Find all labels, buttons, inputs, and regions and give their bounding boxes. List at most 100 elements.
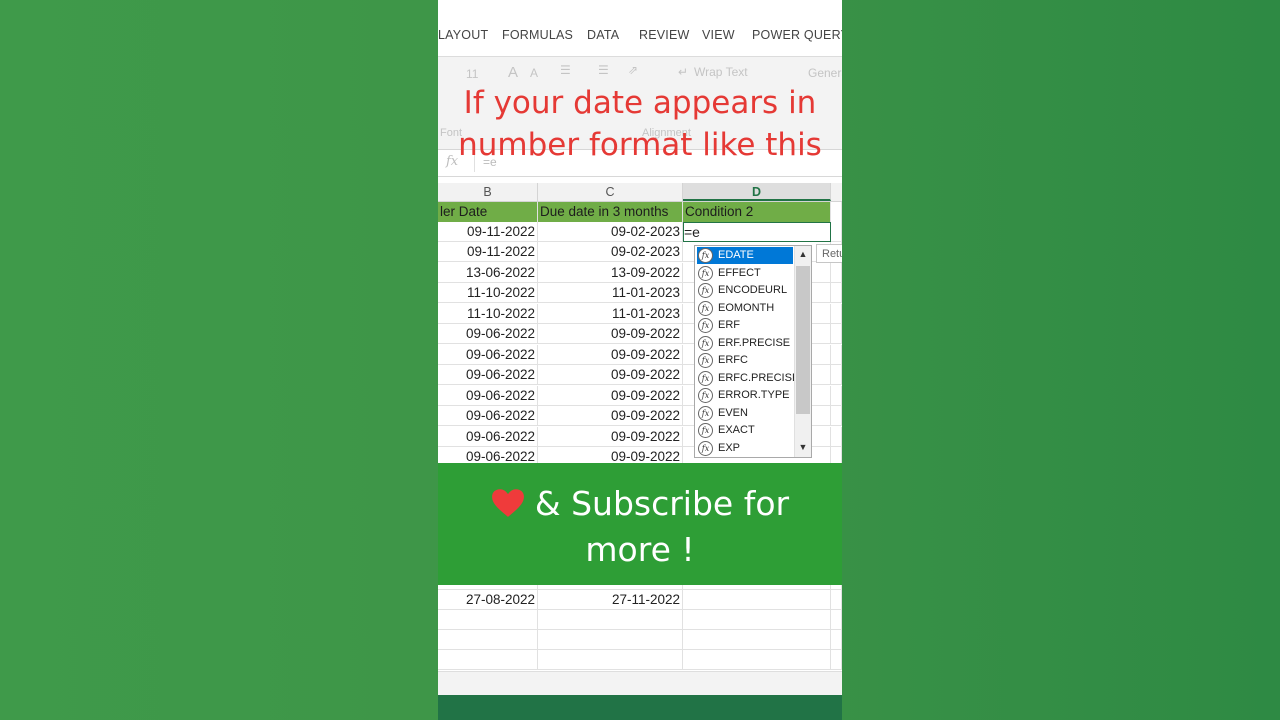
- order-date-cell[interactable]: 09-06-2022: [438, 345, 538, 365]
- font-size-box[interactable]: 11: [466, 67, 478, 81]
- cell-e[interactable]: [831, 610, 842, 630]
- number-format-box[interactable]: Genera: [808, 66, 842, 80]
- empty-cell[interactable]: [438, 630, 538, 650]
- tab-page-layout[interactable]: LAYOUT: [438, 28, 488, 42]
- due-date-cell[interactable]: 09-09-2022: [538, 427, 683, 447]
- autocomplete-scrollbar[interactable]: ▲ ▼: [794, 246, 811, 457]
- autocomplete-item-even[interactable]: fx EVEN: [697, 405, 793, 422]
- empty-cell[interactable]: [683, 650, 831, 670]
- autocomplete-item-exact[interactable]: fx EXACT: [697, 422, 793, 439]
- empty-cell[interactable]: [538, 650, 683, 670]
- cell-e[interactable]: [831, 406, 842, 426]
- autocomplete-item-exp[interactable]: fx EXP: [697, 440, 793, 457]
- order-date-cell[interactable]: 09-06-2022: [438, 365, 538, 385]
- formula-autocomplete-list[interactable]: fx EDATE fx EFFECT fx ENCODEURL fx EOMONTH f…: [694, 245, 812, 458]
- cell-e[interactable]: [831, 590, 842, 610]
- tab-formulas[interactable]: FORMULAS: [502, 28, 573, 42]
- autocomplete-item-encodeurl[interactable]: fx ENCODEURL: [697, 282, 793, 299]
- align-top-icon[interactable]: ☰: [560, 63, 571, 77]
- tab-power-query[interactable]: POWER QUERY: [752, 28, 842, 42]
- due-date-cell[interactable]: 09-09-2022: [538, 365, 683, 385]
- due-date-cell[interactable]: 27-11-2022: [538, 590, 683, 610]
- scrollbar-thumb[interactable]: [796, 266, 810, 414]
- active-cell-input[interactable]: =e: [684, 224, 700, 240]
- cell-e[interactable]: [831, 263, 842, 283]
- order-date-cell[interactable]: 27-08-2022: [438, 590, 538, 610]
- increase-font-icon[interactable]: A: [508, 64, 518, 81]
- ribbon-tabs: LAYOUT FORMULAS DATA REVIEW VIEW POWER Q…: [438, 24, 842, 48]
- order-date-cell[interactable]: 09-11-2022: [438, 242, 538, 262]
- empty-cell[interactable]: [538, 630, 683, 650]
- due-date-cell[interactable]: 09-09-2022: [538, 345, 683, 365]
- column-header-b[interactable]: B: [438, 183, 538, 201]
- function-icon: fx: [698, 353, 713, 368]
- cell-e[interactable]: [831, 427, 842, 447]
- header-cell-order-date[interactable]: ler Date: [438, 202, 538, 222]
- overlay-title-line-2: number format like this: [458, 127, 822, 163]
- due-date-cell[interactable]: 09-09-2022: [538, 324, 683, 344]
- tab-data[interactable]: DATA: [587, 28, 619, 42]
- autocomplete-item-eomonth[interactable]: fx EOMONTH: [697, 300, 793, 317]
- excel-window: LAYOUT FORMULAS DATA REVIEW VIEW POWER Q…: [438, 0, 842, 720]
- autocomplete-item-effect[interactable]: fx EFFECT: [697, 265, 793, 282]
- chevron-down-icon[interactable]: ▼: [795, 442, 811, 452]
- cell-e[interactable]: [831, 630, 842, 650]
- order-date-cell[interactable]: 09-06-2022: [438, 406, 538, 426]
- order-date-cell[interactable]: 13-06-2022: [438, 263, 538, 283]
- cell-e[interactable]: [831, 324, 842, 344]
- order-date-cell[interactable]: 09-06-2022: [438, 427, 538, 447]
- cell-e[interactable]: [831, 650, 842, 670]
- empty-cell[interactable]: [683, 610, 831, 630]
- order-date-cell[interactable]: 11-10-2022: [438, 283, 538, 303]
- cell-e[interactable]: [831, 386, 842, 406]
- autocomplete-item-edate[interactable]: fx EDATE: [697, 247, 793, 264]
- function-icon: fx: [698, 265, 713, 281]
- due-date-cell[interactable]: 09-09-2022: [538, 406, 683, 426]
- empty-cell[interactable]: [538, 610, 683, 630]
- decrease-font-icon[interactable]: A: [530, 66, 538, 80]
- due-date-cell[interactable]: 09-09-2022: [538, 386, 683, 406]
- empty-cell[interactable]: [438, 650, 538, 670]
- autocomplete-label: EVEN: [718, 406, 748, 419]
- wrap-text-button[interactable]: Wrap Text: [694, 65, 748, 79]
- condition-cell[interactable]: [683, 590, 831, 610]
- due-date-cell[interactable]: 13-09-2022: [538, 263, 683, 283]
- autocomplete-item-erfc-precise[interactable]: fx ERFC.PRECISE: [697, 370, 799, 387]
- cell-e[interactable]: [831, 365, 842, 385]
- column-header-c[interactable]: C: [538, 183, 683, 201]
- cell-e[interactable]: [831, 283, 842, 303]
- cell-e[interactable]: [831, 202, 842, 222]
- align-middle-icon[interactable]: ☰: [598, 63, 609, 77]
- cell-e[interactable]: [831, 345, 842, 365]
- column-header-d[interactable]: D: [683, 183, 831, 201]
- header-cell-condition-2[interactable]: Condition 2: [683, 202, 831, 222]
- table-row: [438, 630, 842, 650]
- empty-cell[interactable]: [683, 630, 831, 650]
- table-row: [438, 650, 842, 670]
- order-date-cell[interactable]: 09-06-2022: [438, 386, 538, 406]
- function-icon: fx: [698, 318, 713, 333]
- chevron-up-icon[interactable]: ▲: [795, 249, 811, 259]
- function-icon: fx: [698, 388, 713, 403]
- tab-view[interactable]: VIEW: [702, 28, 735, 42]
- header-cell-due-date[interactable]: Due date in 3 months: [538, 202, 683, 222]
- autocomplete-item-erf-precise[interactable]: fx ERF.PRECISE: [697, 335, 793, 352]
- cell-e[interactable]: [831, 304, 842, 324]
- order-date-cell[interactable]: 09-06-2022: [438, 324, 538, 344]
- autocomplete-label: EDATE: [718, 249, 754, 261]
- due-date-cell[interactable]: 09-02-2023: [538, 242, 683, 262]
- due-date-cell[interactable]: 09-02-2023: [538, 222, 683, 242]
- order-date-cell[interactable]: 11-10-2022: [438, 304, 538, 324]
- due-date-cell[interactable]: 11-01-2023: [538, 304, 683, 324]
- empty-cell[interactable]: [438, 610, 538, 630]
- autocomplete-item-erf[interactable]: fx ERF: [697, 317, 793, 334]
- order-date-cell[interactable]: 09-11-2022: [438, 222, 538, 242]
- autocomplete-item-error-type[interactable]: fx ERROR.TYPE: [697, 387, 793, 404]
- wrap-text-icon[interactable]: ↵: [678, 65, 688, 79]
- tab-review[interactable]: REVIEW: [639, 28, 690, 42]
- active-cell-d3[interactable]: =e: [683, 222, 831, 242]
- due-date-cell[interactable]: 11-01-2023: [538, 283, 683, 303]
- orientation-icon[interactable]: ⇗: [628, 63, 638, 77]
- autocomplete-item-erfc[interactable]: fx ERFC: [697, 352, 793, 369]
- cell-e[interactable]: [831, 222, 842, 242]
